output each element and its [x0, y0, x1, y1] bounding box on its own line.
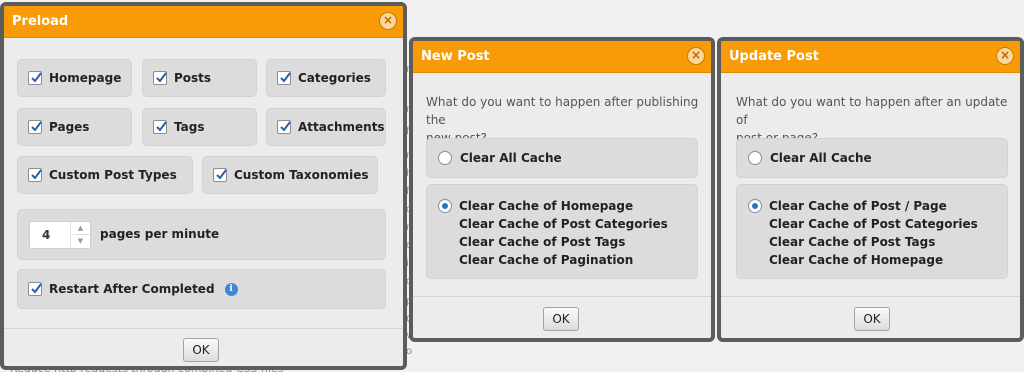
preload-dialog-title: Preload — [12, 14, 69, 29]
pages-per-minute-value[interactable]: 4 — [42, 228, 50, 242]
tags-option-card[interactable]: Tags — [142, 108, 257, 146]
option-line: Clear Cache of Post Categories — [459, 217, 668, 231]
posts-option-card[interactable]: Posts — [142, 59, 257, 97]
update-post-dialog: Update Post × What do you want to happen… — [717, 37, 1024, 342]
pages-option-card[interactable]: Pages — [17, 108, 132, 146]
option-line: Clear Cache of Post Tags — [459, 235, 626, 249]
check-icon — [31, 121, 42, 132]
tags-label: Tags — [174, 120, 205, 134]
update-post-clear-all-card[interactable]: Clear All Cache — [736, 138, 1008, 178]
option-line: Clear Cache of Post Tags — [769, 235, 936, 249]
update-post-ok-button[interactable]: OK — [854, 307, 890, 331]
check-icon — [280, 121, 291, 132]
restart-checkbox[interactable] — [28, 282, 42, 296]
categories-checkbox[interactable] — [277, 71, 291, 85]
categories-label: Categories — [298, 71, 371, 85]
preload-ok-button[interactable]: OK — [183, 338, 219, 362]
update-post-dialog-header: Update Post × — [721, 41, 1020, 73]
stepper-buttons: ▲ ▼ — [70, 222, 90, 248]
homepage-option-card[interactable]: Homepage — [17, 59, 132, 97]
clear-all-radio[interactable] — [748, 151, 762, 165]
new-post-selected-options: Clear Cache of Homepage Clear Cache of P… — [459, 197, 668, 269]
pages-per-minute-card: 4 ▲ ▼ pages per minute — [17, 209, 386, 260]
attachments-checkbox[interactable] — [277, 120, 291, 134]
pages-per-minute-stepper[interactable]: 4 ▲ ▼ — [29, 221, 91, 249]
question-line: What do you want to happen after publish… — [426, 95, 699, 127]
option-line: Clear Cache of Pagination — [459, 253, 634, 267]
new-post-ok-button[interactable]: OK — [543, 307, 579, 331]
custom-taxonomies-label: Custom Taxonomies — [234, 168, 369, 182]
categories-option-card[interactable]: Categories — [266, 59, 386, 97]
new-post-clear-all-card[interactable]: Clear All Cache — [426, 138, 698, 178]
pages-per-minute-label: pages per minute — [100, 227, 220, 241]
pages-checkbox[interactable] — [28, 120, 42, 134]
info-icon[interactable]: i — [224, 282, 238, 296]
close-icon[interactable]: × — [687, 47, 705, 65]
option-line: Clear Cache of Post Categories — [769, 217, 978, 231]
clear-all-radio[interactable] — [438, 151, 452, 165]
close-icon[interactable]: × — [996, 47, 1014, 65]
custom-post-types-checkbox[interactable] — [28, 168, 42, 182]
restart-option-card[interactable]: Restart After Completed i — [17, 269, 386, 309]
homepage-label: Homepage — [49, 71, 122, 85]
custom-post-types-label: Custom Post Types — [49, 168, 177, 182]
check-icon — [31, 169, 42, 180]
update-post-selected-options: Clear Cache of Post / Page Clear Cache o… — [769, 197, 978, 269]
tags-checkbox[interactable] — [153, 120, 167, 134]
option-line: Clear Cache of Post / Page — [769, 199, 947, 213]
check-icon — [156, 72, 167, 83]
new-post-dialog-title: New Post — [421, 49, 490, 64]
attachments-option-card[interactable]: Attachments — [266, 108, 386, 146]
update-post-dialog-title: Update Post — [729, 49, 819, 64]
clear-all-label: Clear All Cache — [770, 151, 872, 165]
custom-post-types-option-card[interactable]: Custom Post Types — [17, 156, 193, 194]
custom-taxonomies-option-card[interactable]: Custom Taxonomies — [202, 156, 378, 194]
pages-label: Pages — [49, 120, 90, 134]
new-post-selected-card[interactable]: Clear Cache of Homepage Clear Cache of P… — [426, 184, 698, 279]
preload-footer-divider — [4, 328, 403, 329]
new-post-dialog-header: New Post × — [413, 41, 711, 73]
preload-dialog: Preload × Homepage Posts Categories Page… — [0, 2, 407, 370]
preload-dialog-header: Preload × — [4, 6, 403, 38]
stepper-down-icon[interactable]: ▼ — [71, 235, 90, 248]
check-icon — [31, 72, 42, 83]
question-line: What do you want to happen after an upda… — [736, 95, 1008, 127]
stepper-up-icon[interactable]: ▲ — [71, 222, 90, 235]
selected-option-radio[interactable] — [748, 199, 762, 213]
update-post-selected-card[interactable]: Clear Cache of Post / Page Clear Cache o… — [736, 184, 1008, 279]
posts-label: Posts — [174, 71, 212, 85]
custom-taxonomies-checkbox[interactable] — [213, 168, 227, 182]
homepage-checkbox[interactable] — [28, 71, 42, 85]
posts-checkbox[interactable] — [153, 71, 167, 85]
check-icon — [156, 121, 167, 132]
restart-label: Restart After Completed — [49, 282, 215, 296]
option-line: Clear Cache of Homepage — [769, 253, 944, 267]
check-icon — [31, 283, 42, 294]
new-post-dialog: New Post × What do you want to happen af… — [409, 37, 715, 342]
close-icon[interactable]: × — [379, 12, 397, 30]
new-post-footer-divider — [413, 296, 711, 297]
update-post-footer-divider — [721, 296, 1020, 297]
check-icon — [280, 72, 291, 83]
selected-option-radio[interactable] — [438, 199, 452, 213]
option-line: Clear Cache of Homepage — [459, 199, 634, 213]
attachments-label: Attachments — [298, 120, 385, 134]
check-icon — [216, 169, 227, 180]
clear-all-label: Clear All Cache — [460, 151, 562, 165]
